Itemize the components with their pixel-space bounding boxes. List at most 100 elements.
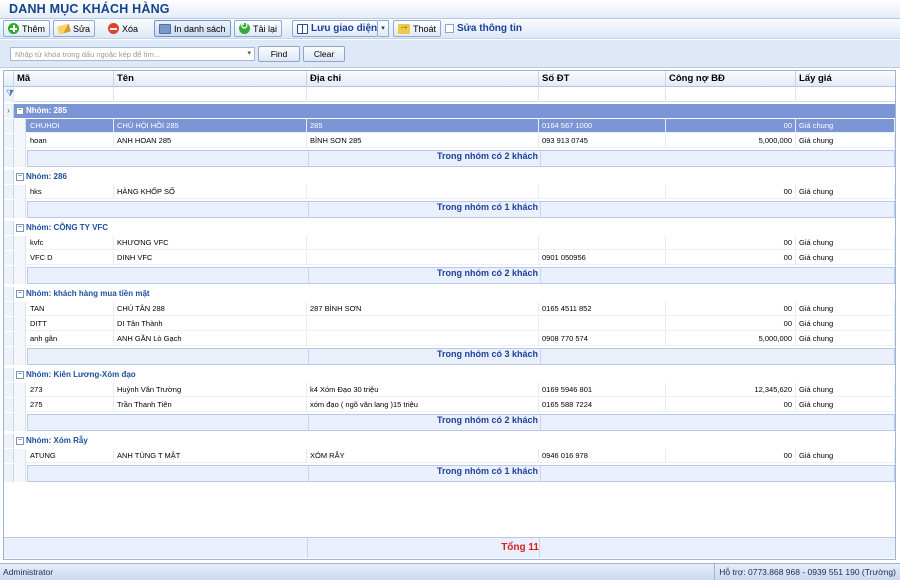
column-header-opening-debt[interactable]: Công nợ BĐ [666, 71, 796, 87]
table-cell[interactable]: ANH HOAN 285 [114, 134, 307, 148]
collapse-icon[interactable]: − [16, 437, 24, 445]
save-layout-dropdown[interactable]: ▾ [378, 20, 389, 37]
table-cell[interactable]: xóm đạo ( ngõ văn lang )15 triệu [307, 398, 539, 412]
table-row[interactable]: anh gân ANH GẦN Lò Gạch 0908 770 574 5,000,… [4, 332, 895, 346]
table-cell[interactable]: hks [14, 185, 114, 199]
table-cell[interactable]: TAN [14, 302, 114, 316]
table-cell[interactable]: DINH VFC [114, 251, 307, 265]
table-cell[interactable] [307, 185, 539, 199]
table-cell[interactable] [307, 251, 539, 265]
table-cell[interactable]: 00 [666, 317, 796, 331]
table-row[interactable]: hoan ANH HOAN 285 BÌNH SƠN 285 093 913 0745… [4, 134, 895, 148]
filter-cell[interactable] [539, 87, 666, 102]
group-row[interactable]: − Nhóm: Kiên Lương-Xóm đạo [4, 368, 895, 382]
table-row[interactable]: DITT DI Tân Thành 00 Giá chung [4, 317, 895, 331]
table-cell[interactable]: 275 [14, 398, 114, 412]
table-cell[interactable]: XÓM RẪY [307, 449, 539, 463]
table-cell[interactable]: Giá chung [796, 134, 895, 148]
table-cell[interactable]: Giá chung [796, 302, 895, 316]
table-cell[interactable]: CHUHOI [14, 119, 114, 133]
reload-button[interactable]: Tải lại [234, 20, 283, 37]
filter-cell[interactable] [14, 87, 114, 102]
filter-icon[interactable]: ⧩ [6, 89, 14, 98]
table-cell[interactable]: 00 [666, 251, 796, 265]
table-cell[interactable]: 0165 4511 852 [539, 302, 666, 316]
filter-row[interactable]: ⧩ [4, 87, 895, 102]
table-cell[interactable]: Giá chung [796, 236, 895, 250]
chevron-down-icon[interactable]: ▾ [247, 49, 251, 57]
table-cell[interactable]: CHÚ TÂN 288 [114, 302, 307, 316]
edit-info-toggle[interactable]: Sửa thông tin [440, 20, 527, 37]
group-row[interactable]: − Nhóm: khách hàng mua tiền mặt [4, 287, 895, 301]
exit-button[interactable]: Thoát [393, 20, 442, 37]
search-input[interactable]: Nhập từ khóa trong dấu ngoặc kép để tìm.… [10, 47, 255, 61]
table-cell[interactable]: 0908 770 574 [539, 332, 666, 346]
table-cell[interactable] [539, 185, 666, 199]
table-cell[interactable]: 00 [666, 185, 796, 199]
table-row[interactable]: kvfc KHƯƠNG VFC 00 Giá chung [4, 236, 895, 250]
table-cell[interactable]: kvfc [14, 236, 114, 250]
table-cell[interactable]: ATUNG [14, 449, 114, 463]
group-row[interactable]: − Nhóm: CÔNG TY VFC [4, 221, 895, 235]
table-cell[interactable]: 0169 5946 801 [539, 383, 666, 397]
table-row[interactable]: 273 Huỳnh Văn Trường k4 Xóm Đạo 30 triệu 01… [4, 383, 895, 397]
column-header-address[interactable]: Địa chỉ [307, 71, 539, 87]
collapse-icon[interactable]: − [16, 224, 24, 232]
save-layout-button[interactable]: Lưu giao diện [292, 20, 378, 37]
table-cell[interactable]: anh gân [14, 332, 114, 346]
table-cell[interactable]: Giá chung [796, 317, 895, 331]
table-cell[interactable]: 287 BÌNH SƠN [307, 302, 539, 316]
table-row[interactable]: VFC D DINH VFC 0901 050956 00 Giá chung [4, 251, 895, 265]
table-cell[interactable]: BÌNH SƠN 285 [307, 134, 539, 148]
table-cell[interactable]: 0946 016 978 [539, 449, 666, 463]
column-header-name[interactable]: Tên [114, 71, 307, 87]
table-row[interactable]: TAN CHÚ TÂN 288 287 BÌNH SƠN 0165 4511 852 0… [4, 302, 895, 316]
filter-cell[interactable] [666, 87, 796, 102]
find-button[interactable]: Find [258, 46, 300, 62]
collapse-icon[interactable]: − [16, 290, 24, 298]
table-cell[interactable]: Trần Thanh Tiên [114, 398, 307, 412]
table-cell[interactable]: hoan [14, 134, 114, 148]
table-cell[interactable]: 0165 588 7224 [539, 398, 666, 412]
table-cell[interactable]: Giá chung [796, 332, 895, 346]
add-button[interactable]: Thêm [3, 20, 51, 37]
table-cell[interactable]: CHÚ HỘI HỒI 285 [114, 119, 307, 133]
table-cell[interactable]: HÀNG KHỐP SỐ [114, 185, 307, 199]
table-cell[interactable] [539, 317, 666, 331]
collapse-icon[interactable]: − [16, 173, 24, 181]
table-cell[interactable] [307, 317, 539, 331]
filter-cell[interactable] [796, 87, 895, 102]
table-cell[interactable]: 273 [14, 383, 114, 397]
table-cell[interactable] [307, 236, 539, 250]
collapse-icon[interactable]: − [16, 107, 24, 115]
table-cell[interactable]: 285 [307, 119, 539, 133]
group-row[interactable]: − Nhóm: 286 [4, 170, 895, 184]
table-cell[interactable]: Giá chung [796, 449, 895, 463]
table-cell[interactable]: KHƯƠNG VFC [114, 236, 307, 250]
table-row[interactable]: hks HÀNG KHỐP SỐ 00 Giá chung [4, 185, 895, 199]
table-row[interactable]: ATUNG ANH TÙNG T MẬT XÓM RẪY 0946 016 978 00… [4, 449, 895, 463]
table-cell[interactable]: 5,000,000 [666, 134, 796, 148]
column-header-phone[interactable]: Số ĐT [539, 71, 666, 87]
table-cell[interactable]: VFC D [14, 251, 114, 265]
delete-button[interactable]: Xóa [103, 20, 143, 37]
table-cell[interactable]: DI Tân Thành [114, 317, 307, 331]
print-list-button[interactable]: In danh sách [154, 20, 231, 37]
filter-cell[interactable] [307, 87, 539, 102]
table-row[interactable]: CHUHOI CHÚ HỘI HỒI 285 285 0164 567 1000 00 G… [4, 119, 895, 133]
table-cell[interactable]: 00 [666, 398, 796, 412]
clear-button[interactable]: Clear [303, 46, 345, 62]
table-row[interactable]: 275 Trần Thanh Tiên xóm đạo ( ngõ văn lang… [4, 398, 895, 412]
table-cell[interactable]: ANH TÙNG T MẬT [114, 449, 307, 463]
table-cell[interactable] [539, 236, 666, 250]
table-cell[interactable]: 0164 567 1000 [539, 119, 666, 133]
table-cell[interactable]: 0901 050956 [539, 251, 666, 265]
table-cell[interactable]: Huỳnh Văn Trường [114, 383, 307, 397]
table-cell[interactable]: Giá chung [796, 185, 895, 199]
table-cell[interactable]: 5,000,000 [666, 332, 796, 346]
column-header-code[interactable]: Mã [14, 71, 114, 87]
table-cell[interactable]: 00 [666, 236, 796, 250]
group-row[interactable]: › − Nhóm: 285 [4, 104, 895, 118]
table-cell[interactable]: Giá chung [796, 119, 895, 133]
filter-cell[interactable] [114, 87, 307, 102]
